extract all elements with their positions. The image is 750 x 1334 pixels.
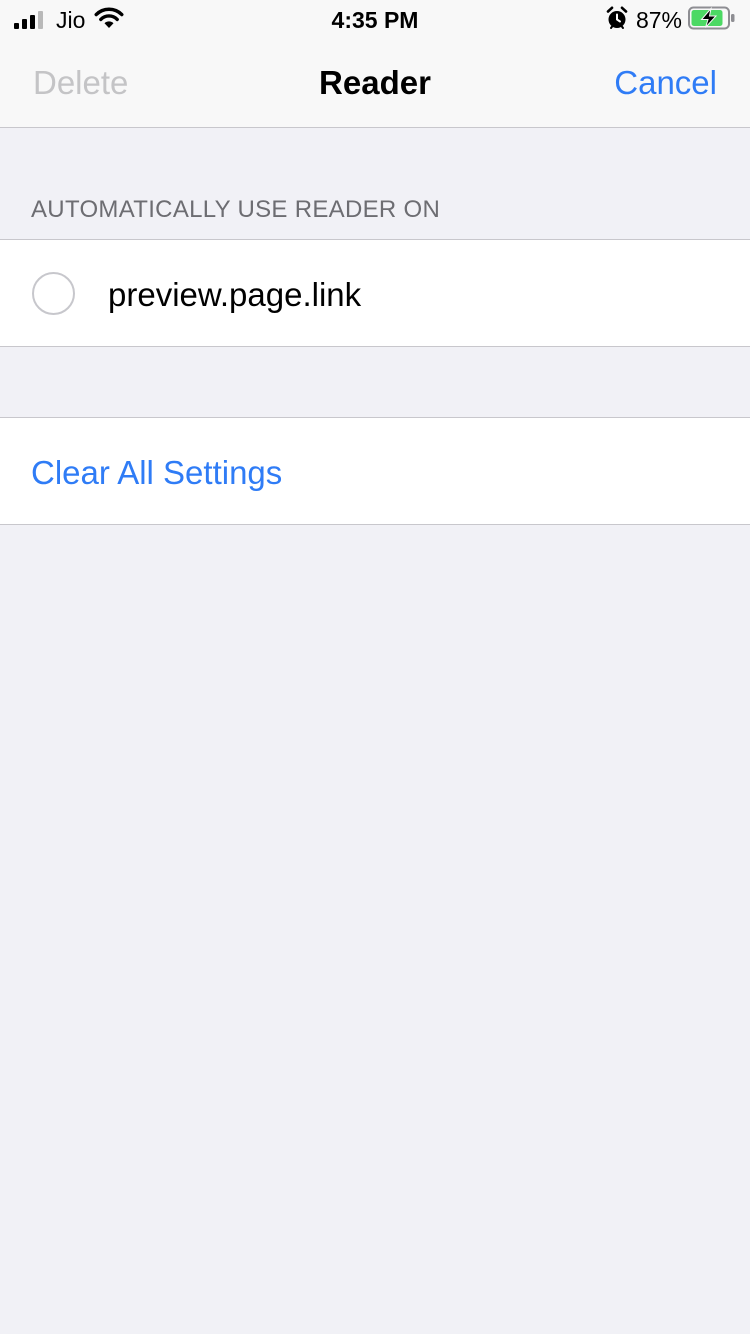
status-right: 87% <box>606 6 736 35</box>
list-item[interactable]: preview.page.link <box>0 240 750 346</box>
battery-charging-icon <box>688 6 736 35</box>
nav-bar: Delete Reader Cancel <box>0 40 750 128</box>
clear-all-settings-button[interactable]: Clear All Settings <box>31 454 282 492</box>
radio-unselected-icon[interactable] <box>32 272 75 315</box>
alarm-icon <box>606 6 628 35</box>
section-header: AUTOMATICALLY USE READER ON <box>31 196 441 223</box>
screen: Jio 4:35 PM 87% Delete Reader Cancel AUT… <box>0 0 750 1334</box>
site-label: preview.page.link <box>108 276 362 313</box>
site-list: preview.page.link <box>0 239 750 347</box>
cancel-button[interactable]: Cancel <box>614 64 717 102</box>
battery-percent: 87% <box>635 6 682 33</box>
status-bar: Jio 4:35 PM 87% <box>0 0 750 40</box>
clear-settings-group: Clear All Settings <box>0 417 750 525</box>
